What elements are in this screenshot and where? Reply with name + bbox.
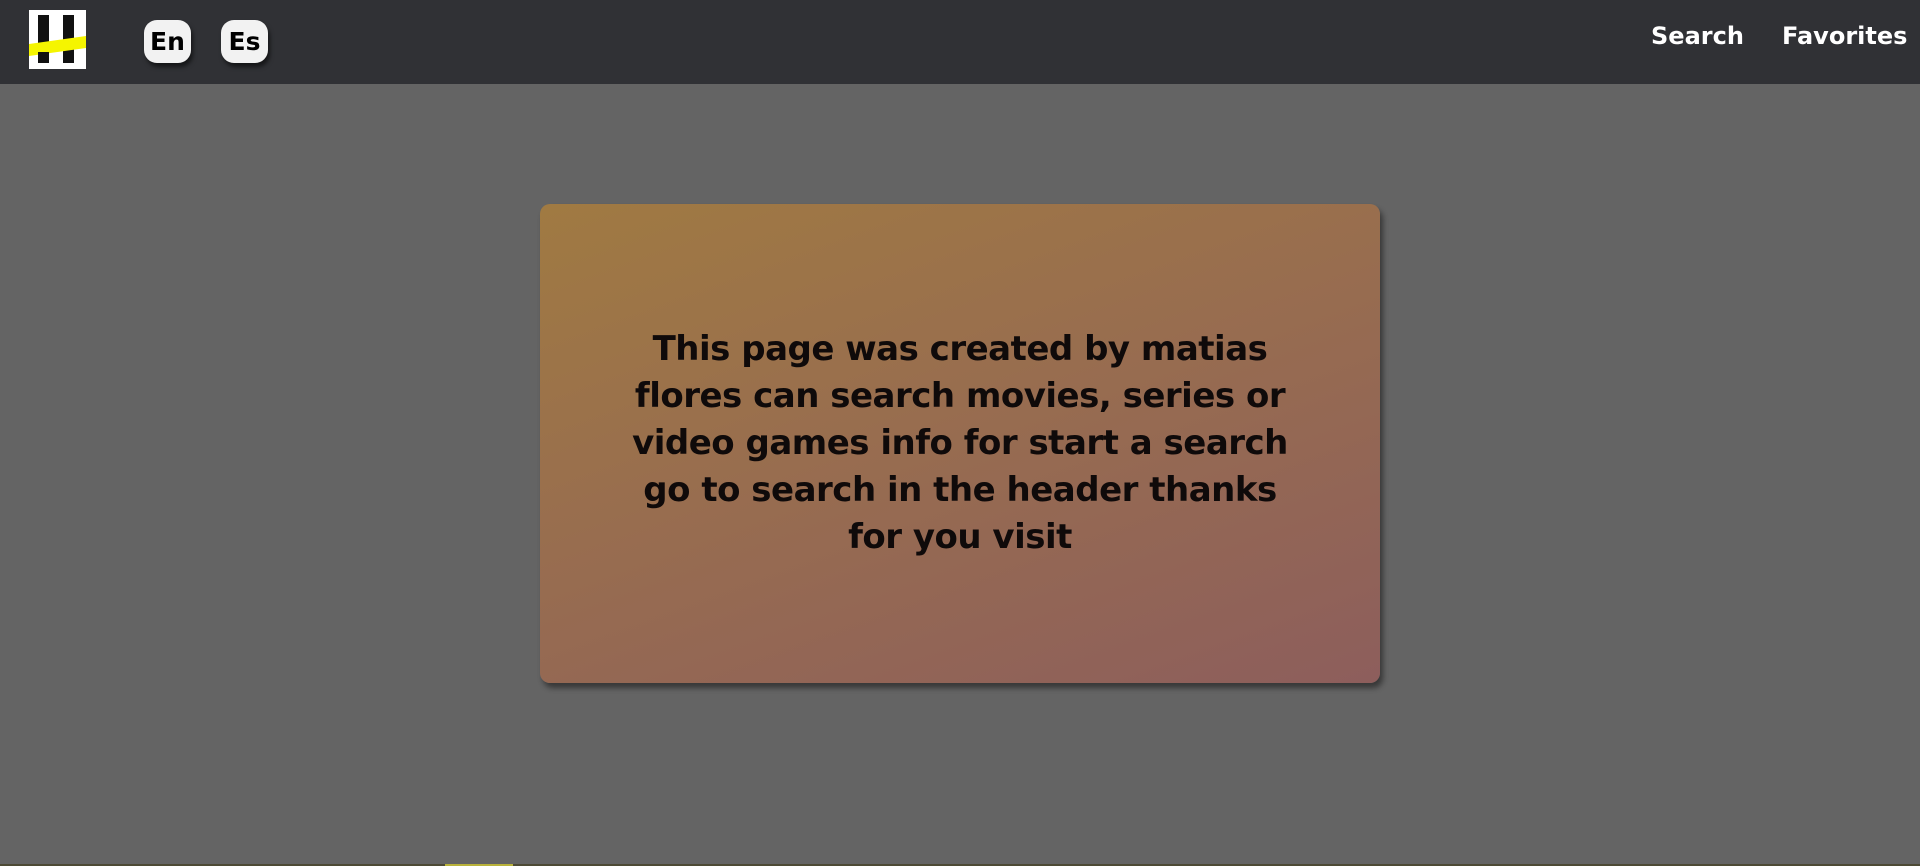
about-text: This page was created by matias flores c… [632, 329, 1288, 557]
nav-search-link[interactable]: Search [1651, 22, 1744, 50]
nav-favorites-link[interactable]: Favorites [1782, 22, 1907, 50]
logo-icon[interactable] [29, 10, 86, 69]
language-es-button[interactable]: Es [221, 20, 268, 63]
logo-graphic [29, 10, 86, 69]
language-en-button[interactable]: En [144, 20, 191, 63]
top-header: En Es Search Favorites [0, 0, 1920, 84]
about-card: This page was created by matias flores c… [540, 204, 1380, 683]
